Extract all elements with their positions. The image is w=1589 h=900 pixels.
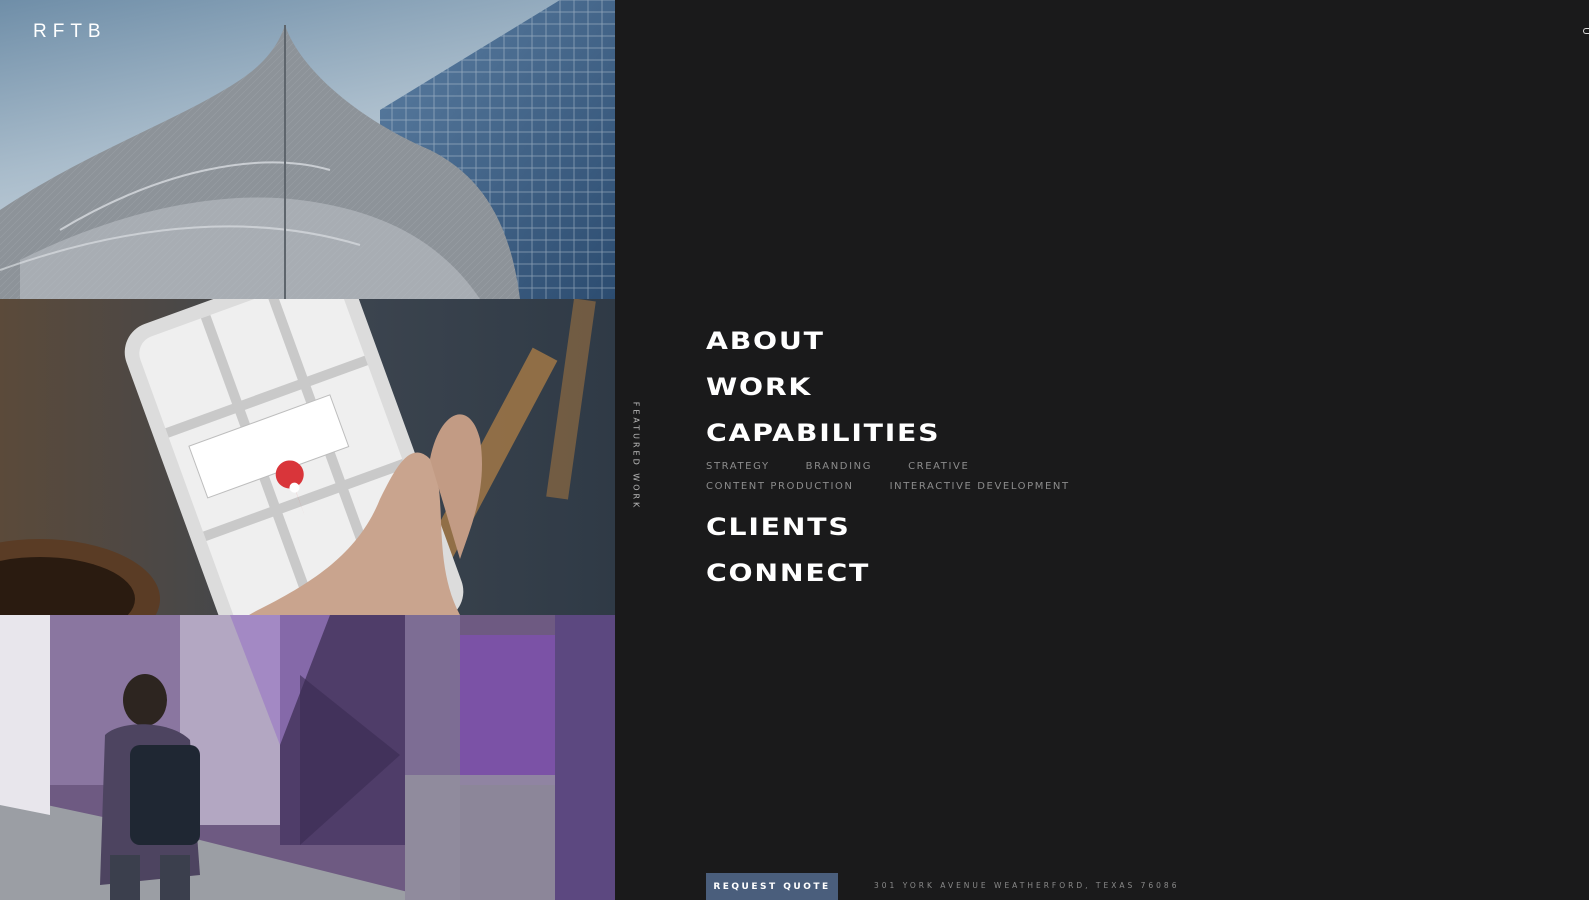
nav-item-work[interactable]: WORK (706, 364, 1178, 410)
subnav-item-strategy[interactable]: STRATEGY (706, 461, 770, 472)
featured-work-tile-phone[interactable] (0, 299, 615, 615)
address-text: 301 YORK AVENUE WEATHERFORD, TEXAS 76086 (874, 881, 1180, 890)
nav-item-about[interactable]: ABOUT (706, 318, 1178, 364)
mural-hallway-image (0, 615, 615, 900)
menu-close-icon[interactable] (1583, 28, 1589, 34)
subnav-item-branding[interactable]: BRANDING (806, 461, 872, 472)
featured-work-label: FEATURED WORK (631, 401, 641, 511)
nav-item-clients[interactable]: CLIENTS (706, 504, 1178, 550)
nav-item-connect[interactable]: CONNECT (706, 550, 1178, 596)
building-image (0, 0, 615, 299)
featured-work-tile-building[interactable] (0, 0, 615, 299)
subnav-item-content-production[interactable]: CONTENT PRODUCTION (706, 481, 854, 492)
phone-map-image (0, 299, 615, 615)
main-nav: ABOUT WORK CAPABILITIES STRATEGY BRANDIN… (706, 318, 1106, 596)
subnav-item-interactive-development[interactable]: INTERACTIVE DEVELOPMENT (890, 481, 1070, 492)
featured-gallery: RFTB (0, 0, 615, 900)
capabilities-subnav-row: STRATEGY BRANDING CREATIVE (706, 456, 1106, 476)
capabilities-subnav: STRATEGY BRANDING CREATIVE CONTENT PRODU… (706, 456, 1106, 496)
request-quote-button[interactable]: REQUEST QUOTE (706, 873, 838, 900)
subnav-item-creative[interactable]: CREATIVE (908, 461, 969, 472)
capabilities-subnav-row: CONTENT PRODUCTION INTERACTIVE DEVELOPME… (706, 476, 1106, 496)
nav-item-capabilities[interactable]: CAPABILITIES (706, 410, 1178, 456)
featured-work-tile-mural[interactable] (0, 615, 615, 900)
brand-logo[interactable]: RFTB (33, 21, 107, 43)
